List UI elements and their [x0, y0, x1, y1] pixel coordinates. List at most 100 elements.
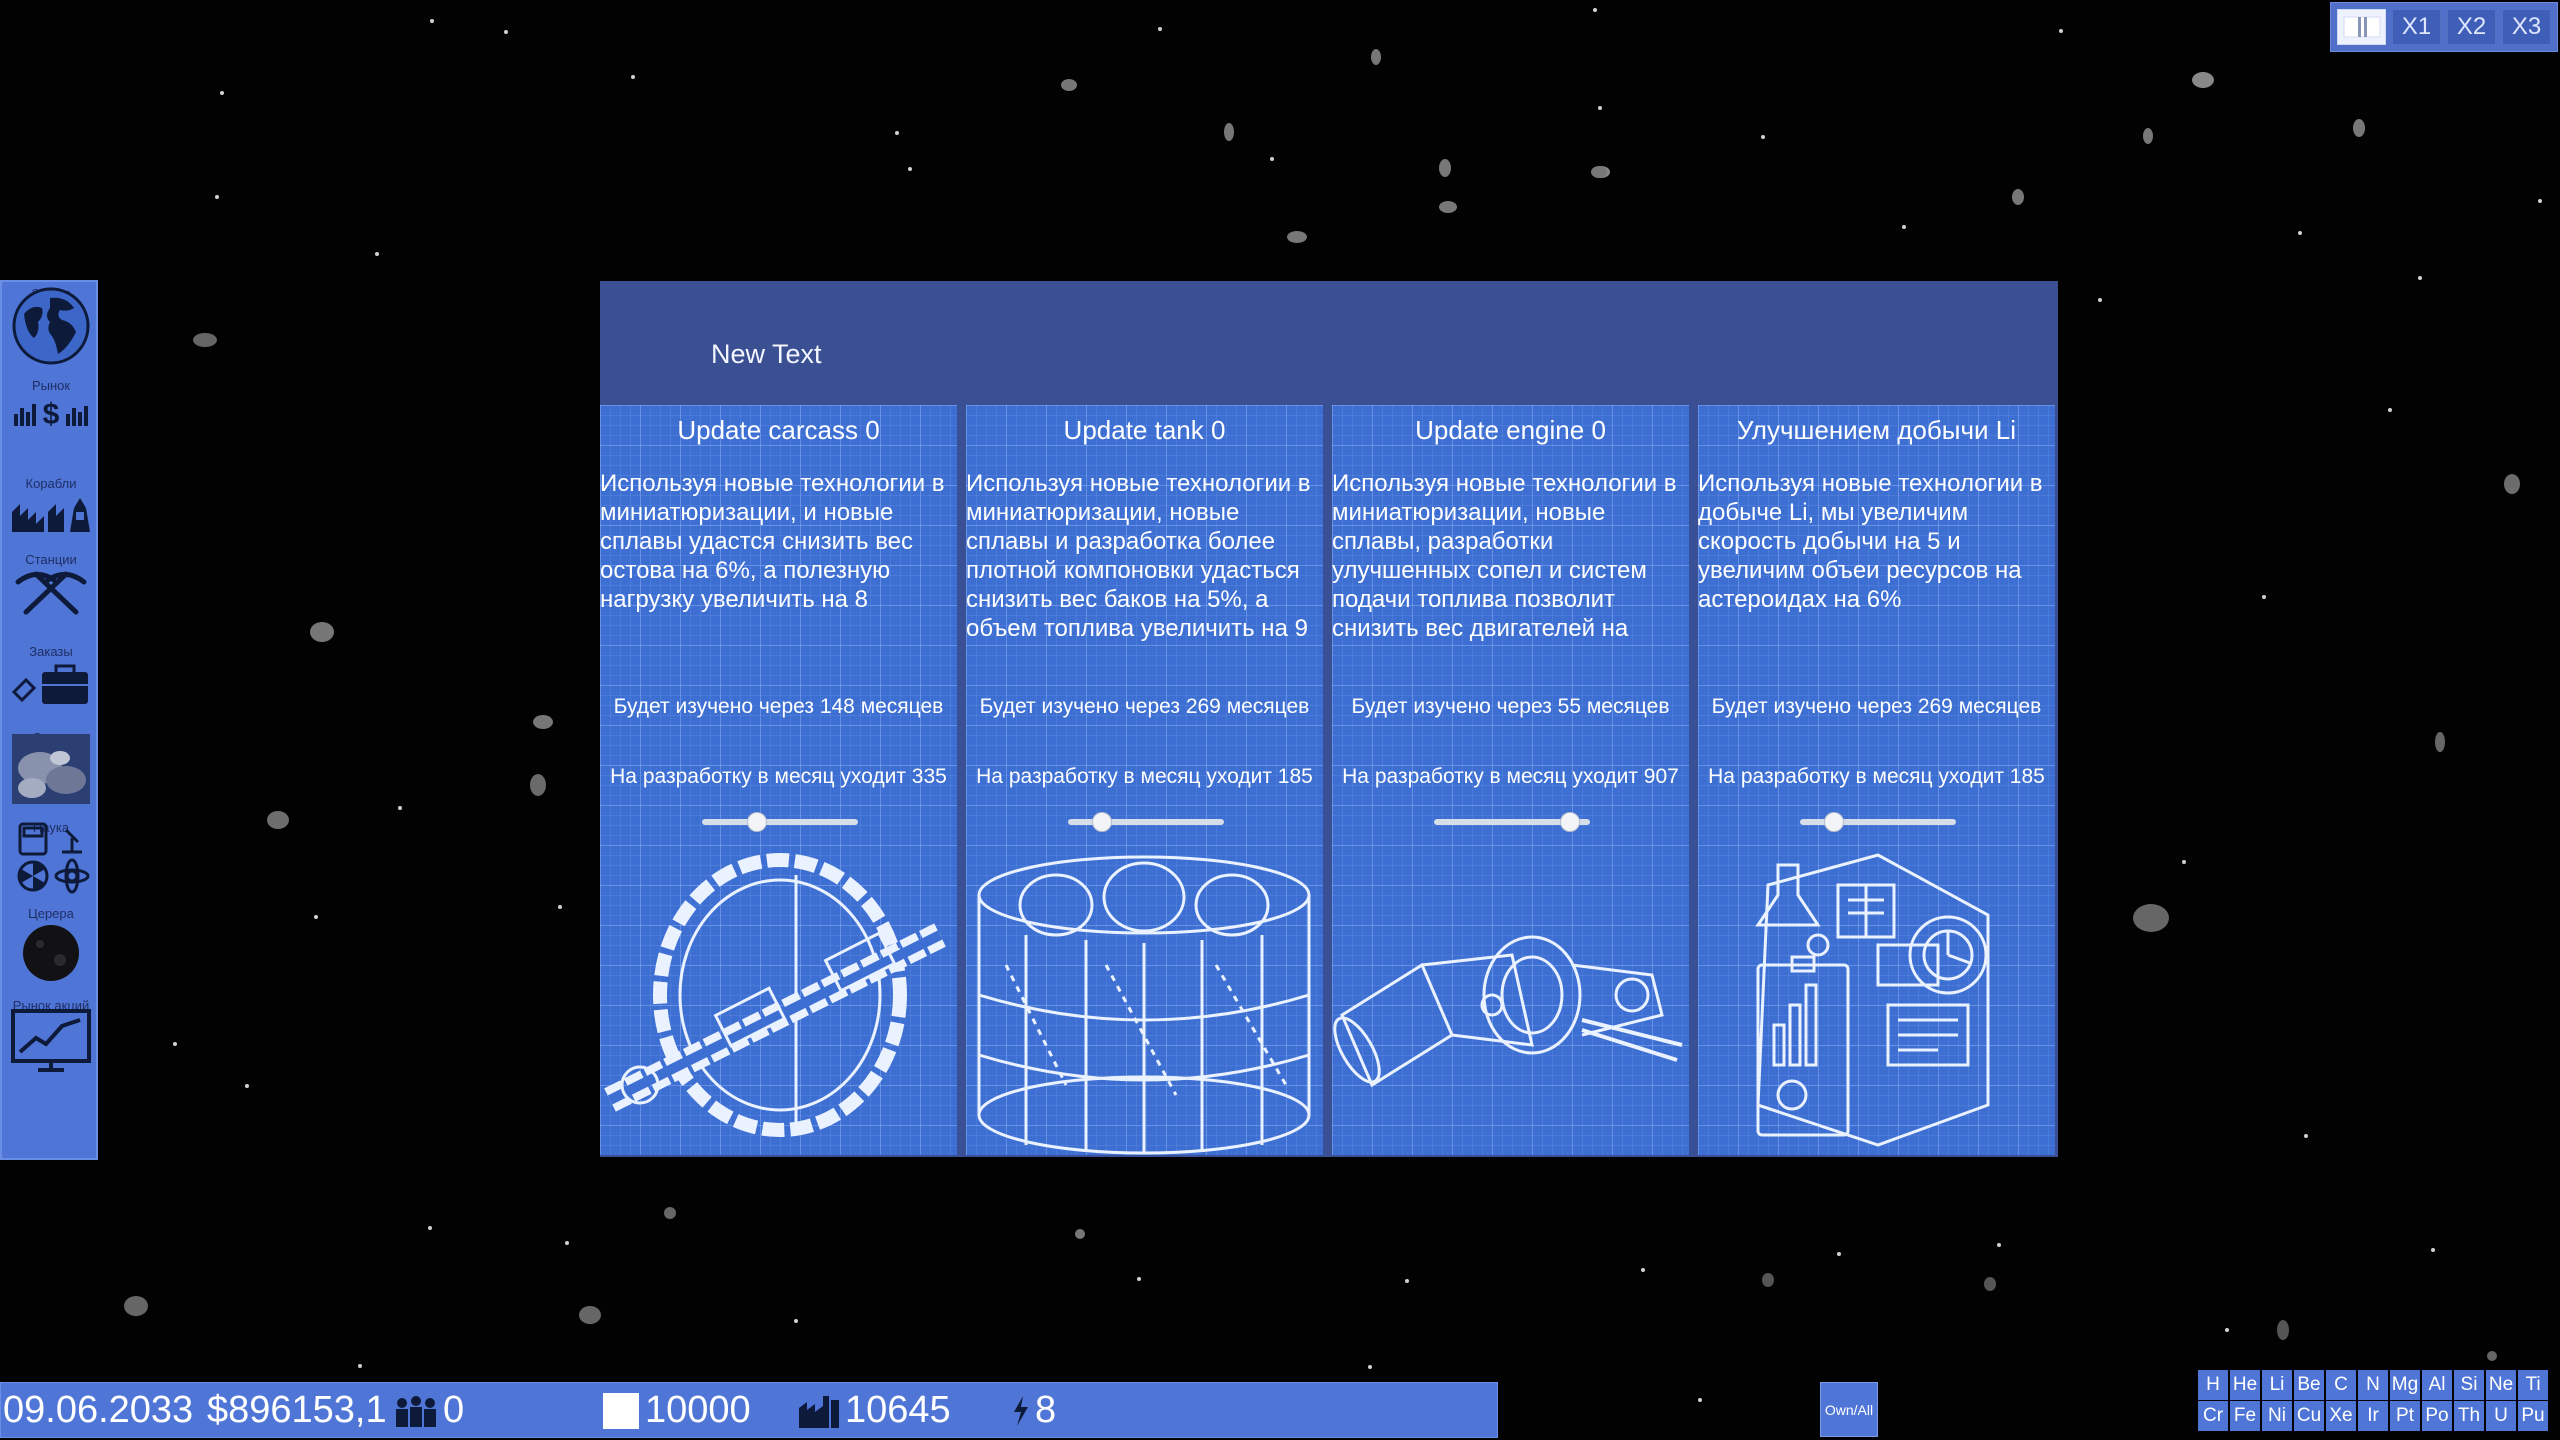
element-button[interactable]: Cu: [2294, 1401, 2324, 1431]
factory-icon: [799, 1395, 839, 1428]
research-card-tank[interactable]: Update tank 0 Используя новые технологии…: [966, 405, 1323, 1155]
money-value: $896153,1: [207, 1389, 387, 1431]
market-icon: $: [14, 398, 88, 430]
sidebar-label-orders: Заказы: [29, 644, 73, 659]
slider-handle[interactable]: [1824, 812, 1845, 832]
sidebar-item-ships[interactable]: [10, 494, 92, 534]
status-bar: 09.06.2033 $896153,1 0 10000 10645 8: [0, 1382, 1498, 1438]
research-card-engine[interactable]: Update engine 0 Используя новые технолог…: [1332, 405, 1689, 1155]
element-button[interactable]: N: [2358, 1370, 2388, 1400]
ships-icon: [12, 498, 90, 532]
orders-briefcase-icon: [11, 664, 88, 704]
card-research-time: Будет изучено через 269 месяцев: [1711, 695, 2042, 718]
sidebar-item-stations[interactable]: [10, 568, 92, 616]
element-button[interactable]: Mg: [2390, 1370, 2420, 1400]
card-monthly-cost: На разработку в месяц уходит 907: [1342, 765, 1679, 788]
sidebar-label-ships: Корабли: [25, 476, 77, 491]
storage-value: 10000: [645, 1389, 751, 1431]
speed-x2-button[interactable]: X2: [2447, 9, 2496, 45]
research-card-carcass[interactable]: Update carcass 0 Используя новые техноло…: [600, 405, 957, 1155]
speed-x1-button[interactable]: X1: [2392, 9, 2441, 45]
element-button[interactable]: Si: [2454, 1370, 2484, 1400]
card-description: Используя новые технологии в миниатюриза…: [1332, 470, 1677, 641]
stations-pickaxe-icon: [15, 571, 87, 615]
sidebar-item-ceres[interactable]: [10, 922, 92, 984]
card-research-time: Будет изучено через 55 месяцев: [1351, 695, 1670, 718]
element-button[interactable]: He: [2230, 1370, 2260, 1400]
card-monthly-cost: На разработку в месяц уходит 185: [976, 765, 1313, 788]
warehouse-icon: [12, 734, 90, 804]
element-button[interactable]: C: [2326, 1370, 2356, 1400]
card-description: Используя новые технологии в миниатюриза…: [600, 470, 945, 613]
panel-header: New Text: [600, 281, 2058, 405]
factories-value: 10645: [845, 1389, 951, 1431]
slider-handle[interactable]: [1092, 812, 1113, 832]
stock-chart-icon: [11, 1009, 91, 1072]
research-card-li-mining[interactable]: Улучшением добычи Li Используя новые тех…: [1698, 405, 2055, 1155]
funding-slider[interactable]: [1434, 812, 1590, 832]
date-value: 09.06.2033: [3, 1389, 194, 1431]
element-button[interactable]: Xe: [2326, 1401, 2356, 1431]
left-sidebar: Земля Рынок $ Корабли Станции: [0, 280, 98, 1160]
funding-slider[interactable]: [1068, 812, 1224, 832]
element-button[interactable]: H: [2198, 1370, 2228, 1400]
card-research-time: Будет изучено через 148 месяцев: [613, 695, 944, 718]
element-button[interactable]: Th: [2454, 1401, 2484, 1431]
funding-slider[interactable]: [702, 812, 858, 832]
card-title: Update tank 0: [1063, 415, 1226, 445]
sidebar-item-market[interactable]: $: [10, 394, 92, 430]
sidebar-item-earth[interactable]: [10, 286, 92, 366]
sidebar-label-market: Рынок: [31, 378, 71, 393]
element-selector: H He Li Be C N Mg Al Si Ne Ti Cr Fe Ni C…: [2198, 1370, 2556, 1434]
funding-slider[interactable]: [1800, 812, 1956, 832]
engine-blueprint: [1333, 935, 1683, 1088]
space-station-blueprint: [604, 853, 946, 1137]
slider-handle[interactable]: [746, 812, 767, 832]
game-speed-controls: X1 X2 X3: [2330, 2, 2558, 52]
card-title: Update engine 0: [1415, 415, 1606, 445]
element-button[interactable]: Fe: [2230, 1401, 2260, 1431]
element-button[interactable]: Ti: [2518, 1370, 2548, 1400]
pause-icon: [2343, 16, 2380, 38]
sidebar-item-warehouse[interactable]: [10, 728, 92, 808]
element-button[interactable]: Ne: [2486, 1370, 2516, 1400]
energy-value: 8: [1035, 1389, 1057, 1431]
money-display: $896153,1: [207, 1389, 387, 1432]
element-button[interactable]: Ir: [2358, 1401, 2388, 1431]
own-all-toggle[interactable]: Own/All: [1820, 1382, 1878, 1437]
element-button[interactable]: Al: [2422, 1370, 2452, 1400]
lightning-icon: [1014, 1395, 1028, 1426]
card-research-time: Будет изучено через 269 месяцев: [979, 695, 1310, 718]
factories-display: 10645: [797, 1389, 951, 1432]
slider-handle[interactable]: [1559, 812, 1580, 832]
element-button[interactable]: Po: [2422, 1401, 2452, 1431]
population-value: 0: [443, 1389, 465, 1431]
card-monthly-cost: На разработку в месяц уходит 185: [1708, 765, 2045, 788]
game-date: 09.06.2033: [3, 1389, 193, 1432]
element-button[interactable]: U: [2486, 1401, 2516, 1431]
card-title: Update carcass 0: [677, 415, 880, 445]
element-button[interactable]: Cr: [2198, 1401, 2228, 1431]
sidebar-item-stock-market[interactable]: [10, 1008, 92, 1074]
element-button[interactable]: Pt: [2390, 1401, 2420, 1431]
science-icon: [17, 822, 90, 894]
panel-title: New Text: [711, 339, 822, 369]
fuel-tank-blueprint: [977, 855, 1311, 1155]
sidebar-label-stations: Станции: [25, 552, 77, 567]
element-button[interactable]: Li: [2262, 1370, 2292, 1400]
element-button[interactable]: Be: [2294, 1370, 2324, 1400]
svg-text:$: $: [43, 398, 60, 430]
storage-display: 10000: [601, 1389, 751, 1432]
sidebar-item-science[interactable]: [10, 818, 92, 898]
card-description: Используя новые технологии в добыче Li, …: [1698, 470, 2043, 613]
energy-display: 8: [1011, 1389, 1056, 1432]
research-panel: New Text Update carcass 0 Используя новы…: [600, 281, 2058, 1157]
speed-x3-button[interactable]: X3: [2502, 9, 2551, 45]
sidebar-item-orders[interactable]: [10, 662, 92, 706]
element-button[interactable]: Ni: [2262, 1401, 2292, 1431]
research-lab-blueprint: [1755, 853, 1990, 1147]
element-button[interactable]: Pu: [2518, 1401, 2548, 1431]
earth-globe-icon: [12, 287, 90, 365]
ceres-icon: [23, 925, 79, 981]
pause-button[interactable]: [2337, 9, 2386, 45]
